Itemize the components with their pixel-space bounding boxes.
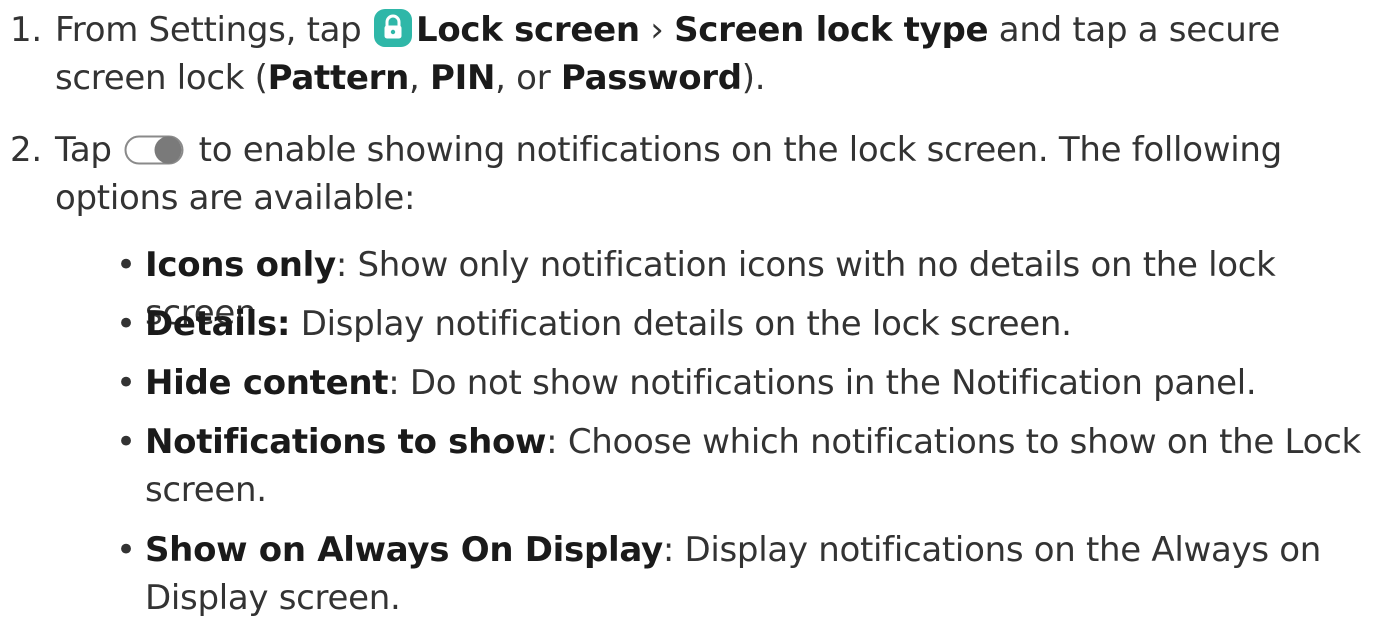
step-number: 1. — [10, 10, 42, 50]
option-text: Details: Display notification details on… — [145, 300, 1385, 348]
lock-screen-label: Lock screen — [415, 10, 640, 50]
breadcrumb-separator: › — [639, 10, 675, 50]
bullet: • — [116, 422, 136, 462]
toggle-switch-icon — [124, 130, 184, 165]
option-description: : Do not show notifications in the Notif… — [388, 363, 1257, 403]
lock-icon — [373, 9, 412, 47]
bullet: • — [116, 245, 136, 285]
step-text-segment: to enable showing notifications on the l… — [55, 130, 1282, 218]
step-text-segment: , — [409, 58, 431, 98]
option-text: Notifications to show: Choose which noti… — [145, 418, 1385, 514]
option-text: Hide content: Do not show notifications … — [145, 359, 1385, 407]
option-label: Hide content — [145, 363, 389, 403]
password-label: Password — [560, 58, 742, 98]
instructions-document: 1. From Settings, tap Lock screen › Scre… — [0, 0, 1388, 622]
step-text-segment: , or — [495, 58, 561, 98]
bullet: • — [116, 530, 136, 570]
option-text: Show on Always On Display: Display notif… — [145, 526, 1385, 622]
option-label: Details: — [145, 304, 291, 344]
option-description: Display notification details on the lock… — [290, 304, 1072, 344]
option-label: Icons only — [145, 245, 336, 285]
step-text: Tap to enable showing notifications on t… — [55, 126, 1385, 222]
option-label: Notifications to show — [145, 422, 547, 462]
step-text: From Settings, tap Lock screen › Screen … — [55, 6, 1385, 102]
pattern-label: Pattern — [267, 58, 410, 98]
bullet: • — [116, 304, 136, 344]
bullet: • — [116, 363, 136, 403]
screen-lock-type-label: Screen lock type — [674, 10, 989, 50]
pin-label: PIN — [430, 58, 496, 98]
step-text-segment: Tap — [55, 130, 123, 170]
step-number: 2. — [10, 130, 42, 170]
option-label: Show on Always On Display — [145, 530, 663, 570]
step-text-segment: ). — [741, 58, 766, 98]
step-text-segment: From Settings, tap — [55, 10, 372, 50]
